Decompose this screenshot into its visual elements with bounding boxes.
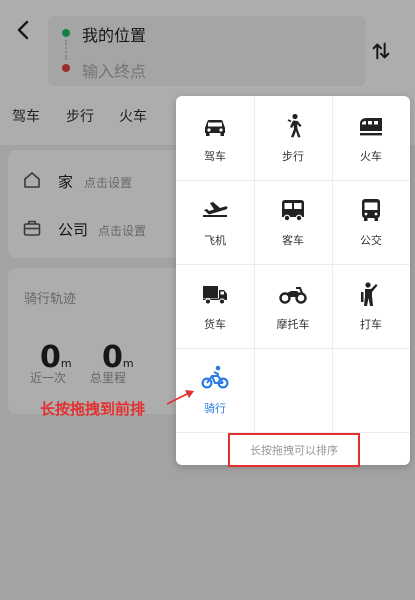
mode-label: 打车	[360, 318, 382, 331]
transport-mode-popup: 驾车 步行 火车 飞机 客车 公交 货车 摩托车 打车 骑行	[176, 96, 410, 465]
mode-label: 客车	[282, 234, 304, 247]
motorcycle-icon	[279, 287, 307, 304]
mode-truck[interactable]: 货车	[176, 264, 254, 348]
drag-annotation: 长按拖拽到前排	[40, 400, 146, 418]
plane-icon	[203, 202, 228, 217]
mode-label: 公交	[360, 234, 382, 247]
walk-icon	[287, 113, 302, 138]
mode-label: 火车	[360, 150, 382, 163]
mode-train[interactable]: 火车	[332, 96, 410, 180]
truck-icon	[203, 286, 227, 305]
mode-drive[interactable]: 驾车	[176, 96, 254, 180]
mode-coach[interactable]: 客车	[254, 180, 332, 264]
taxi-hail-icon	[361, 282, 378, 306]
mode-plane[interactable]: 飞机	[176, 180, 254, 264]
mode-label: 步行	[282, 150, 304, 163]
annotation-arrow-icon	[166, 390, 194, 405]
mode-label: 驾车	[204, 150, 226, 163]
mode-motorcycle[interactable]: 摩托车	[254, 264, 332, 348]
mode-bus[interactable]: 公交	[332, 180, 410, 264]
car-icon	[205, 120, 225, 136]
coach-icon	[282, 200, 304, 222]
mode-label: 摩托车	[276, 318, 310, 331]
train-icon	[360, 118, 382, 136]
mode-label: 货车	[204, 318, 226, 331]
mode-taxi[interactable]: 打车	[332, 264, 410, 348]
sort-hint-text: 长按拖拽可以排序	[250, 444, 338, 457]
bus-icon	[362, 199, 380, 221]
mode-label: 飞机	[204, 234, 226, 247]
mode-label: 骑行	[204, 402, 226, 415]
sort-hint-box: 长按拖拽可以排序	[228, 433, 360, 467]
mode-walk[interactable]: 步行	[254, 96, 332, 180]
bicycle-icon	[201, 365, 229, 389]
